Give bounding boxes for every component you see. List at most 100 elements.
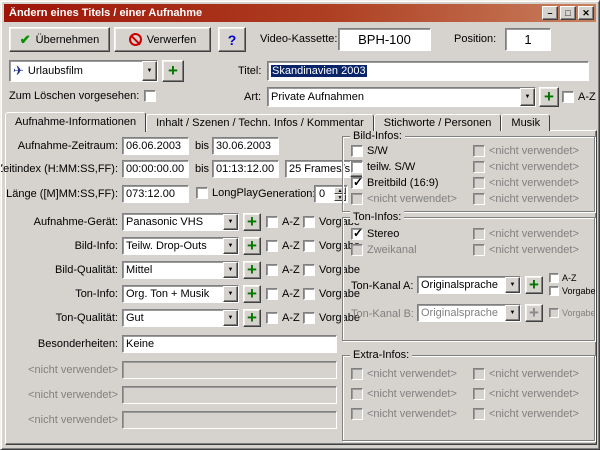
vorgabe-label: Vorgabe xyxy=(562,308,596,318)
art-value: Private Aufnahmen xyxy=(271,91,364,103)
chevron-down-icon[interactable] xyxy=(223,262,238,278)
checkbox-box[interactable] xyxy=(549,286,559,296)
checkbox-box[interactable] xyxy=(303,288,315,300)
help-button[interactable]: ? xyxy=(218,27,246,52)
chevron-down-icon[interactable] xyxy=(223,286,238,302)
unused-field-label: <nicht verwendet> xyxy=(28,414,118,426)
discard-button[interactable]: Verwerfen xyxy=(114,27,211,52)
az-label: A-Z xyxy=(578,91,596,103)
zeitraum-von-input[interactable]: 06.06.2003 xyxy=(122,137,189,155)
bild-qualitaet-az-checkbox[interactable]: A-Z xyxy=(266,264,300,276)
ton-qualitaet-label: Ton-Qualität: xyxy=(56,312,118,324)
add-ton-kanal-b-button xyxy=(525,304,543,322)
zeitraum-bis-input[interactable]: 30.06.2003 xyxy=(212,137,279,155)
add-bild-info-button[interactable] xyxy=(243,237,261,255)
laenge-label: Länge ([M]MM:SS,FF): xyxy=(6,188,118,200)
ton-kanal-b-select: Originalsprache xyxy=(417,304,521,322)
bild-info-select[interactable]: Teilw. Drop-Outs xyxy=(122,237,239,255)
chevron-down-icon[interactable] xyxy=(223,310,238,326)
add-ton-info-button[interactable] xyxy=(243,285,261,303)
minimize-button[interactable] xyxy=(542,6,558,20)
ton-kanal-a-az-checkbox[interactable]: A-Z xyxy=(549,273,577,283)
maximize-button[interactable] xyxy=(560,6,576,20)
aufnahme-geraet-select[interactable]: Panasonic VHS xyxy=(122,213,239,231)
chevron-down-icon[interactable] xyxy=(223,214,238,230)
bild-info-az-checkbox[interactable]: A-Z xyxy=(266,240,300,252)
tab-stichworte-personen[interactable]: Stichworte / Personen xyxy=(374,114,502,131)
zeitindex-von-input[interactable]: 00:00:00.00 xyxy=(122,160,189,178)
checkbox-box[interactable] xyxy=(266,240,278,252)
position-value-field: 1 xyxy=(505,28,551,51)
ton-qualitaet-az-checkbox[interactable]: A-Z xyxy=(266,312,300,324)
add-art-button[interactable] xyxy=(539,87,559,107)
chevron-down-icon[interactable] xyxy=(520,88,535,106)
bild-infos-title: Bild-Infos: xyxy=(350,130,405,142)
ton-info-az-checkbox[interactable]: A-Z xyxy=(266,288,300,300)
title-label: Titel: xyxy=(238,65,261,77)
breitbild-checkbox[interactable]: Breitbild (16:9) xyxy=(351,177,439,189)
chevron-down-icon[interactable] xyxy=(223,238,238,254)
besonderheiten-input[interactable]: Keine xyxy=(122,335,337,353)
laenge-input[interactable]: 073:12.00 xyxy=(122,185,189,203)
zeitindex-bis-input[interactable]: 01:13:12.00 xyxy=(212,160,279,178)
ton-info-select[interactable]: Org. Ton + Musik xyxy=(122,285,239,303)
checkbox-box[interactable] xyxy=(303,312,315,324)
checkbox-box[interactable] xyxy=(562,91,574,103)
chevron-down-icon[interactable] xyxy=(142,61,157,81)
add-category-button[interactable] xyxy=(162,60,184,82)
bild-infos-group: Bild-Infos: S/W teilw. S/W Breitbild (16… xyxy=(342,136,595,212)
art-az-checkbox[interactable]: A-Z xyxy=(562,91,596,103)
add-bild-qualitaet-button[interactable] xyxy=(243,261,261,279)
checkbox-box xyxy=(473,228,485,240)
close-button[interactable] xyxy=(578,6,594,20)
longplay-checkbox[interactable]: LongPlay xyxy=(196,187,258,199)
checkbox-box[interactable] xyxy=(266,264,278,276)
aufnahme-geraet-value: Panasonic VHS xyxy=(126,216,203,228)
checkbox-box[interactable] xyxy=(196,187,208,199)
checkbox-box[interactable] xyxy=(266,312,278,324)
add-aufnahme-geraet-button[interactable] xyxy=(243,213,261,231)
tab-inhalt-szenen[interactable]: Inhalt / Szenen / Techn. Infos / Komment… xyxy=(146,114,374,131)
help-button-label: ? xyxy=(228,32,237,48)
checkbox-box[interactable] xyxy=(303,240,315,252)
az-label: A-Z xyxy=(562,273,577,283)
chevron-down-icon xyxy=(505,305,520,321)
ton-info-label: Ton-Info: xyxy=(75,288,118,300)
ton-kanal-a-vorgabe-checkbox[interactable]: Vorgabe xyxy=(549,286,596,296)
zeitraum-von-value: 06.06.2003 xyxy=(126,140,181,152)
unused-label: <nicht verwendet> xyxy=(489,388,579,400)
stereo-label: Stereo xyxy=(367,228,399,240)
checkbox-box[interactable] xyxy=(351,161,363,173)
sw-checkbox[interactable]: S/W xyxy=(351,145,388,157)
bis-label: bis xyxy=(195,163,209,175)
chevron-down-icon[interactable] xyxy=(505,277,520,293)
bild-qualitaet-select[interactable]: Mittel xyxy=(122,261,239,279)
checkbox-box xyxy=(351,408,363,420)
teilw-sw-checkbox[interactable]: teilw. S/W xyxy=(351,161,415,173)
apply-button[interactable]: Übernehmen xyxy=(9,27,110,52)
category-select[interactable]: Urlaubsfilm xyxy=(9,60,158,82)
checkbox-box[interactable] xyxy=(351,145,363,157)
checkbox-box[interactable] xyxy=(266,216,278,228)
delete-flag-checkbox[interactable] xyxy=(144,90,156,102)
stereo-checkbox[interactable]: Stereo xyxy=(351,228,399,240)
tab-aufnahme-informationen[interactable]: Aufnahme-Informationen xyxy=(5,112,146,132)
add-ton-kanal-a-button[interactable] xyxy=(525,276,543,294)
checkbox-box[interactable] xyxy=(266,288,278,300)
checkbox-box[interactable] xyxy=(303,216,315,228)
tab-musik[interactable]: Musik xyxy=(501,114,550,131)
ton-kanal-a-select[interactable]: Originalsprache xyxy=(417,276,521,294)
besonderheiten-value: Keine xyxy=(126,338,154,350)
checkbox-box[interactable] xyxy=(351,177,363,189)
aufnahme-geraet-az-checkbox[interactable]: A-Z xyxy=(266,216,300,228)
title-input[interactable]: Skandinavien 2003 xyxy=(267,61,589,81)
checkbox-box[interactable] xyxy=(351,228,363,240)
art-select[interactable]: Private Aufnahmen xyxy=(267,87,536,107)
tab-panel: Aufnahme-Zeitraum: 06.06.2003 bis 30.06.… xyxy=(5,130,597,445)
ton-qualitaet-select[interactable]: Gut xyxy=(122,309,239,327)
add-ton-qualitaet-button[interactable] xyxy=(243,309,261,327)
unused-checkbox: <nicht verwendet> xyxy=(351,388,457,400)
checkbox-box[interactable] xyxy=(549,273,559,283)
unused-field-input xyxy=(122,361,337,379)
checkbox-box[interactable] xyxy=(303,264,315,276)
